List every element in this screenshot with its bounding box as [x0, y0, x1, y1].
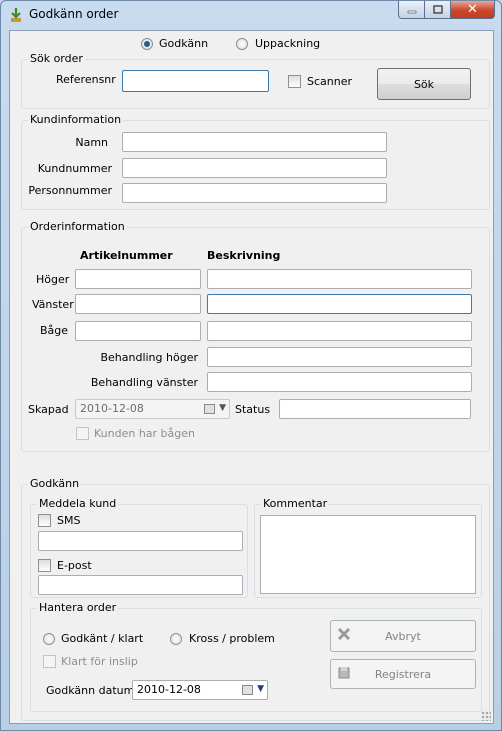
- godkann-datum-picker[interactable]: 2010-12-08 ▼: [132, 680, 268, 700]
- sms-input[interactable]: [38, 531, 243, 551]
- godkant-klart-label[interactable]: Godkänt / klart: [61, 632, 143, 645]
- artikelnummer-header: Artikelnummer: [80, 249, 173, 262]
- epost-input[interactable]: [38, 575, 243, 595]
- kommentar-textarea[interactable]: [260, 515, 476, 594]
- scanner-checkbox[interactable]: [288, 75, 301, 88]
- bage-beskrivning-input[interactable]: [207, 321, 472, 341]
- vanster-beskrivning-input[interactable]: [207, 294, 472, 314]
- hoger-artikel-input[interactable]: [75, 269, 201, 289]
- epost-label[interactable]: E-post: [57, 559, 92, 572]
- meddela-kund-title: Meddela kund: [37, 497, 119, 510]
- orderinformation-title: Orderinformation: [28, 220, 127, 233]
- registrera-label: Registrera: [374, 667, 432, 681]
- namn-input[interactable]: [122, 132, 387, 152]
- avbryt-label: Avbryt: [385, 629, 421, 643]
- chevron-down-icon: ▼: [257, 684, 264, 694]
- window-title: Godkänn order: [29, 7, 119, 21]
- kunden-har-bagen-checkbox[interactable]: [76, 427, 89, 440]
- behandling-hoger-input[interactable]: [207, 347, 472, 367]
- kundnummer-label: Kundnummer: [37, 162, 112, 175]
- personnummer-input[interactable]: [122, 183, 387, 203]
- epost-checkbox[interactable]: [38, 559, 51, 572]
- hantera-order-title: Hantera order: [37, 601, 119, 614]
- registrera-button[interactable]: Registrera: [330, 659, 476, 689]
- klart-for-inslip-checkbox[interactable]: [43, 655, 56, 668]
- bage-artikel-input[interactable]: [75, 321, 201, 341]
- sms-checkbox[interactable]: [38, 514, 51, 527]
- status-input[interactable]: [279, 399, 471, 419]
- title-bar[interactable]: Godkänn order ✕: [1, 1, 501, 29]
- referensnr-input[interactable]: [122, 70, 269, 92]
- klart-for-inslip-label: Klart för inslip: [61, 655, 138, 668]
- vanster-artikel-input[interactable]: [75, 294, 201, 314]
- close-button[interactable]: ✕: [451, 1, 495, 19]
- maximize-icon: [432, 5, 443, 14]
- godkann-title: Godkänn: [28, 477, 82, 490]
- app-icon: [11, 8, 21, 22]
- minimize-button[interactable]: [398, 1, 425, 19]
- behandling-vanster-input[interactable]: [207, 372, 472, 392]
- behandling-hoger-label: Behandling höger: [100, 351, 198, 364]
- register-icon: [338, 667, 350, 679]
- avbryt-button[interactable]: Avbryt: [330, 620, 476, 652]
- form-client-area: Godkänn Uppackning Sök order Referensnr …: [9, 30, 494, 724]
- kross-problem-radio[interactable]: [170, 633, 182, 645]
- calendar-icon: [242, 685, 253, 695]
- behandling-vanster-label: Behandling vänster: [90, 376, 198, 389]
- chevron-down-icon: ▼: [219, 403, 226, 413]
- kommentar-title: Kommentar: [261, 497, 330, 510]
- godkann-datum-value: 2010-12-08: [137, 683, 201, 696]
- status-label: Status: [235, 403, 271, 416]
- skapad-label: Skapad: [28, 403, 69, 416]
- app-window: Godkänn order ✕ Godkänn Uppackning Sök o…: [0, 0, 502, 731]
- kross-problem-label[interactable]: Kross / problem: [189, 632, 275, 645]
- sok-order-title: Sök order: [28, 52, 85, 65]
- vanster-label: Vänster: [32, 298, 74, 311]
- hoger-beskrivning-input[interactable]: [207, 269, 472, 289]
- kundnummer-input[interactable]: [122, 158, 387, 178]
- calendar-icon: [204, 404, 215, 414]
- scanner-label[interactable]: Scanner: [307, 75, 352, 88]
- minimize-icon: [407, 10, 416, 13]
- sok-button[interactable]: Sök: [377, 68, 471, 100]
- referensnr-label: Referensnr: [56, 73, 116, 86]
- kunden-har-bagen-label: Kunden har bågen: [94, 427, 196, 440]
- mode-godkann-radio[interactable]: [141, 38, 153, 50]
- mode-uppackning-radio[interactable]: [236, 38, 248, 50]
- godkann-datum-label: Godkänn datum: [46, 684, 135, 697]
- skapad-value: 2010-12-08: [80, 402, 144, 415]
- beskrivning-header: Beskrivning: [207, 249, 281, 262]
- personnummer-label: Personnummer: [28, 184, 112, 197]
- hoger-label: Höger: [36, 273, 70, 286]
- mode-godkann-label[interactable]: Godkänn: [159, 37, 208, 50]
- close-icon: ✕: [467, 2, 478, 17]
- namn-label: Namn: [75, 136, 108, 149]
- cancel-icon: [337, 627, 351, 641]
- skapad-datepicker[interactable]: 2010-12-08 ▼: [75, 399, 230, 419]
- kundinformation-title: Kundinformation: [28, 113, 124, 126]
- sms-label[interactable]: SMS: [57, 514, 80, 527]
- window-controls: ✕: [398, 1, 495, 19]
- bage-label: Båge: [40, 324, 69, 337]
- maximize-button[interactable]: [425, 1, 451, 19]
- godkant-klart-radio[interactable]: [43, 633, 55, 645]
- resize-grip[interactable]: [481, 711, 491, 721]
- mode-uppackning-label[interactable]: Uppackning: [255, 37, 320, 50]
